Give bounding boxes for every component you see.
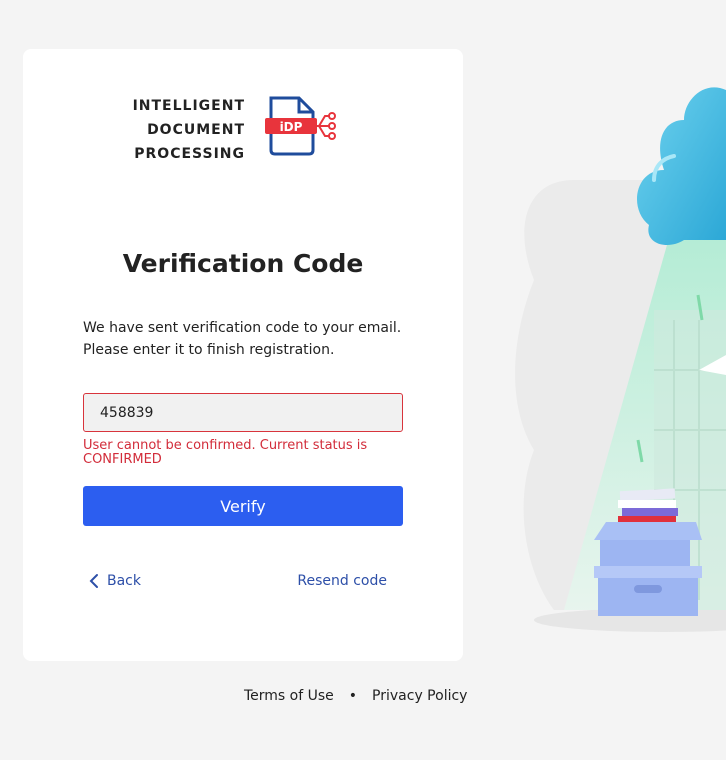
instructions-line-1: We have sent verification code to your e… <box>83 320 402 336</box>
logo-line-3: PROCESSING <box>134 146 245 162</box>
cloud-storage-illustration <box>515 87 726 632</box>
logo-line-1: INTELLIGENT <box>132 98 245 114</box>
logo: INTELLIGENT DOCUMENT PROCESSING iDP <box>133 94 343 164</box>
privacy-policy-link[interactable]: Privacy Policy <box>372 688 467 704</box>
instructions: We have sent verification code to your e… <box>83 317 423 361</box>
logo-line-2: DOCUMENT <box>147 122 245 138</box>
document-network-icon: iDP <box>265 96 336 156</box>
chevron-left-icon <box>89 574 98 588</box>
back-label: Back <box>107 573 141 589</box>
verification-card: INTELLIGENT DOCUMENT PROCESSING iDP Veri… <box>23 49 463 661</box>
page-title: Verification Code <box>122 249 364 278</box>
error-message: User cannot be confirmed. Current status… <box>83 438 368 467</box>
terms-of-use-link[interactable]: Terms of Use <box>244 688 334 704</box>
logo-wordmark: INTELLIGENT DOCUMENT PROCESSING <box>133 94 245 166</box>
footer: Terms of Use • Privacy Policy <box>244 688 467 704</box>
verify-button[interactable]: Verify <box>83 486 403 526</box>
logo-icon-label: iDP <box>280 120 303 134</box>
instructions-line-2: Please enter it to finish registration. <box>83 342 335 358</box>
verification-code-input[interactable] <box>83 393 403 432</box>
footer-separator: • <box>348 688 358 704</box>
resend-code-link[interactable]: Resend code <box>297 573 387 589</box>
back-link[interactable]: Back <box>89 573 141 589</box>
